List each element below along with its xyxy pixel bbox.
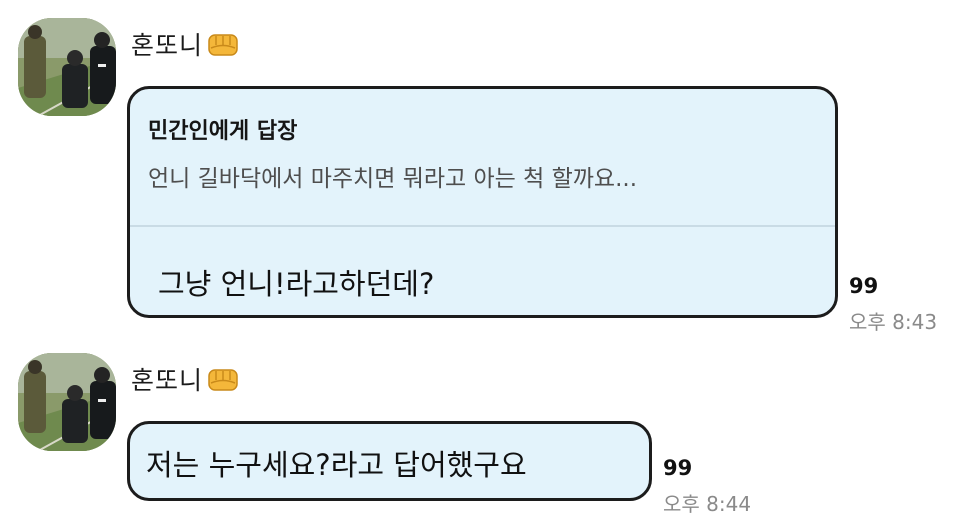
- message-text: 그냥 언니!라고하던데?: [158, 267, 435, 301]
- reply-divider: [130, 225, 835, 227]
- avatar[interactable]: [18, 18, 116, 116]
- unread-count: 99: [849, 274, 879, 298]
- profile-photo: [18, 353, 116, 451]
- reply-title: 민간인에게 답장: [148, 119, 298, 144]
- sender-name: 혼또니: [131, 26, 239, 62]
- timestamp: 오후 8:43: [849, 310, 938, 334]
- reply-bubble[interactable]: 민간인에게 답장 언니 길바닥에서 마주치면 뭐라고 아는 척 할까요... 그…: [127, 86, 838, 318]
- sender-name: 혼또니: [131, 361, 239, 397]
- fist-emoji-icon: [208, 369, 238, 391]
- timestamp: 오후 8:44: [663, 492, 752, 516]
- chat-message: 혼또니 저는 누구세요?라고 답어했구요 99 오후 8:44: [0, 335, 966, 519]
- profile-photo: [18, 18, 116, 116]
- unread-count: 99: [663, 456, 693, 480]
- sender-name-text: 혼또니: [131, 366, 204, 395]
- chat-message: 혼또니 민간인에게 답장 언니 길바닥에서 마주치면 뭐라고 아는 척 할까요.…: [0, 0, 966, 335]
- sender-name-text: 혼또니: [131, 31, 204, 60]
- fist-emoji-icon: [208, 34, 238, 56]
- reply-reference[interactable]: 민간인에게 답장 언니 길바닥에서 마주치면 뭐라고 아는 척 할까요...: [130, 89, 835, 193]
- message-bubble[interactable]: 저는 누구세요?라고 답어했구요: [127, 421, 652, 501]
- reply-quote: 언니 길바닥에서 마주치면 뭐라고 아는 척 할까요...: [148, 166, 637, 192]
- avatar[interactable]: [18, 353, 116, 451]
- message-text: 저는 누구세요?라고 답어했구요: [146, 448, 527, 482]
